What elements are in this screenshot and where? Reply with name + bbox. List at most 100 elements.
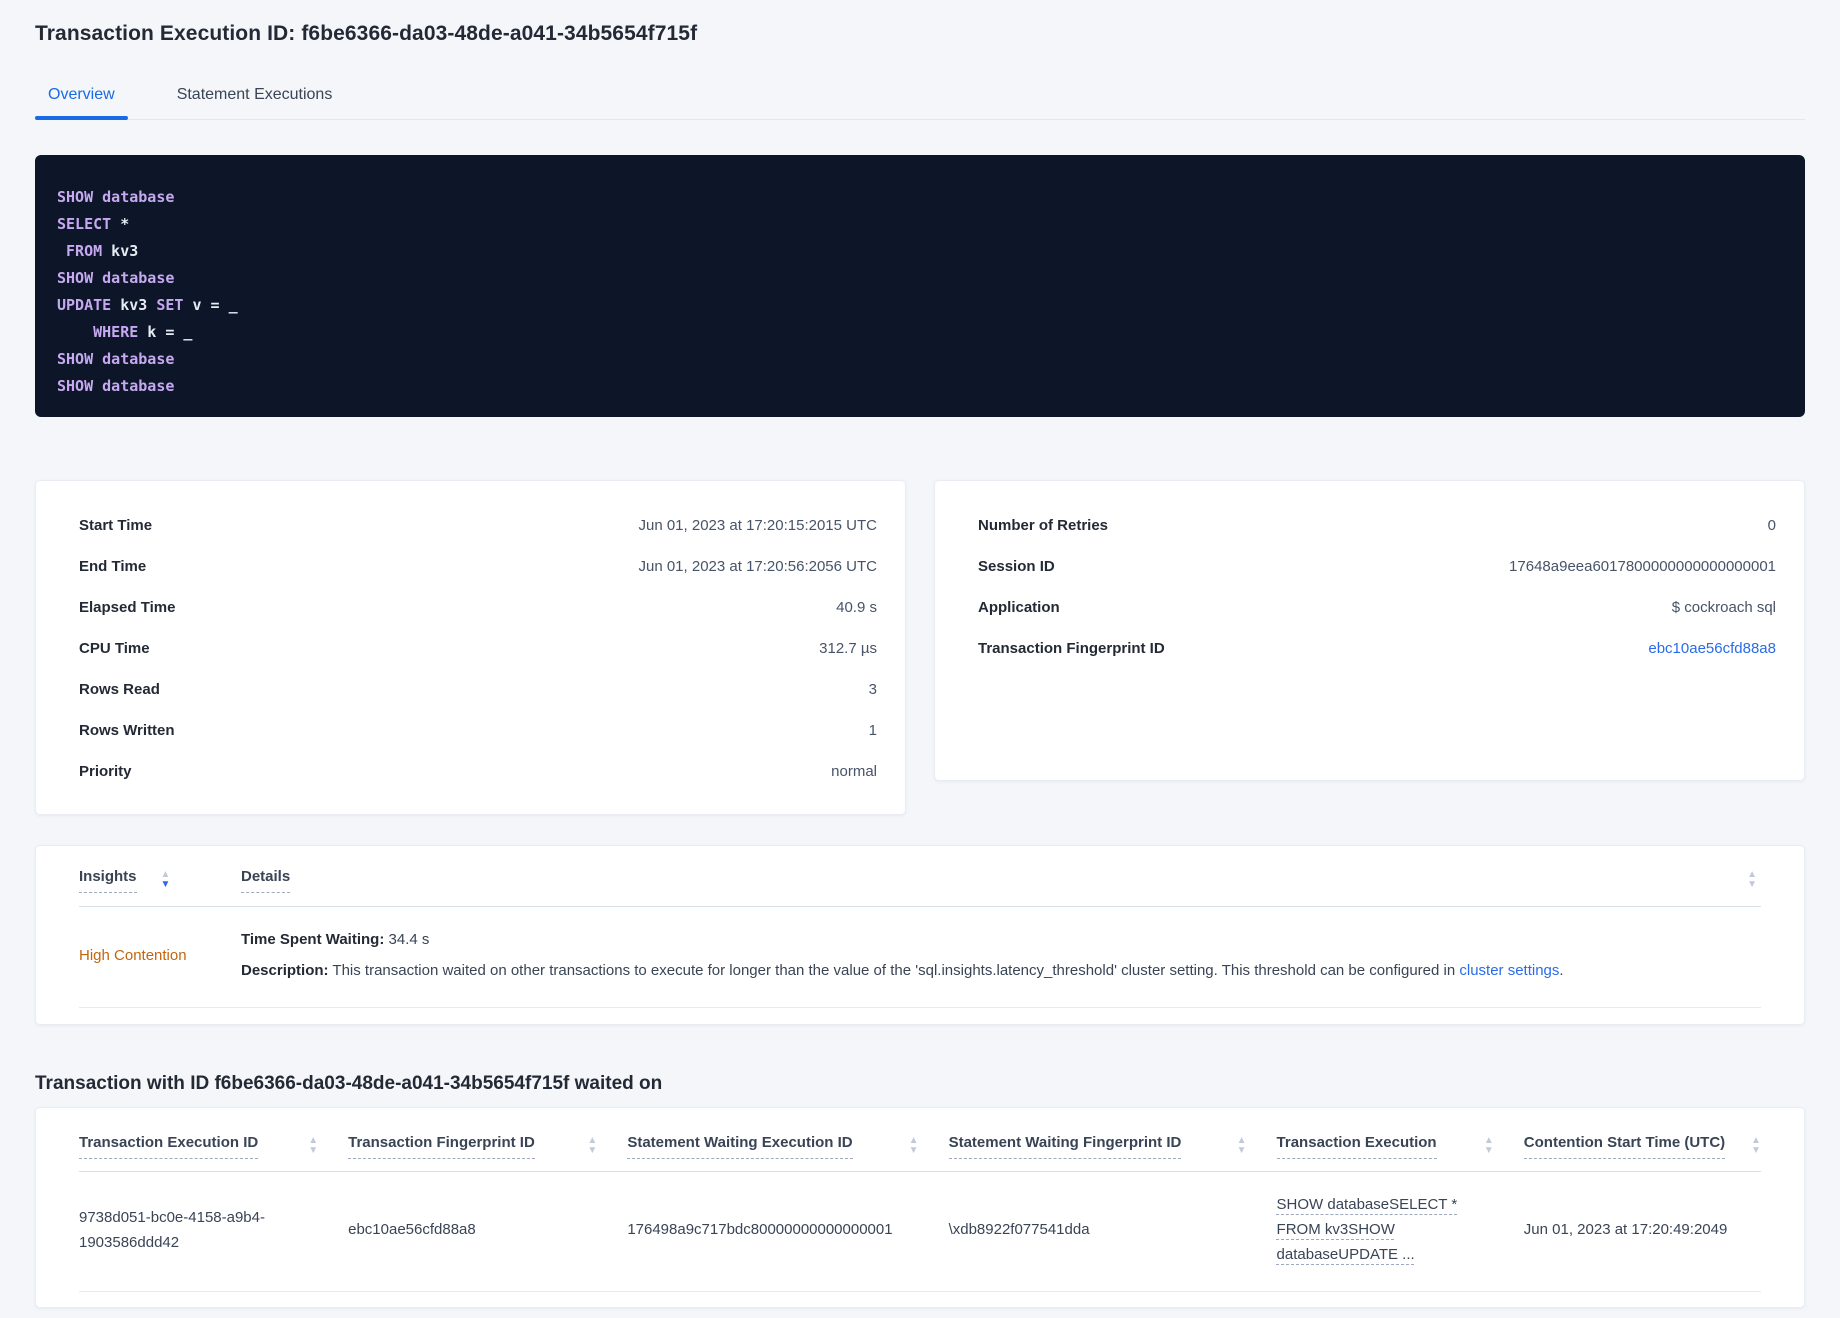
sql-keyword: SHOW (57, 269, 94, 287)
stat-row: Application $ cockroach sql (978, 587, 1776, 628)
sql-keyword: SELECT (57, 215, 112, 233)
sql-text: kv3 (111, 296, 157, 314)
tab-overview[interactable]: Overview (35, 76, 128, 120)
cell-contention-start-time: Jun 01, 2023 at 17:20:49:2049 (1523, 1221, 1728, 1238)
col-contention-start-time[interactable]: Contention Start Time (UTC) (1523, 1134, 1726, 1159)
sort-icon: ▲ ▼ (587, 1135, 598, 1156)
cpu-time-value: 312.7 µs (819, 640, 877, 657)
sql-line: SHOW database (57, 346, 1777, 373)
sort-icon: ▲ ▼ (1747, 869, 1757, 890)
cell-transaction-fingerprint-id: ebc10ae56cfd88a8 (348, 1221, 476, 1238)
page-title: Transaction Execution ID: f6be6366-da03-… (35, 22, 698, 45)
sql-keyword: database (93, 269, 175, 287)
stat-row: Number of Retries 0 (978, 505, 1776, 546)
cell-transaction-execution-id: 9738d051-bc0e-4158-a9b4-1903586ddd42 (79, 1208, 265, 1251)
cell-statement-waiting-execution-id: 176498a9c717bdc80000000000000001 (627, 1221, 893, 1238)
waited-on-table-header: Transaction Execution ID ▲ ▼ Transaction … (79, 1134, 1761, 1172)
sql-keyword: FROM (57, 242, 103, 260)
waited-on-heading: Transaction with ID f6be6366-da03-48de-a… (35, 1073, 663, 1094)
transaction-details-page: Transaction Execution ID: f6be6366-da03-… (0, 0, 1840, 1308)
stat-row: CPU Time 312.7 µs (79, 628, 877, 669)
sql-keyword: SHOW (57, 188, 94, 206)
session-stats-card: Number of Retries 0 Session ID 17648a9ee… (934, 480, 1805, 781)
sql-keyword: SHOW (57, 350, 94, 368)
start-time-label: Start Time (79, 517, 153, 534)
elapsed-time-value: 40.9 s (836, 599, 877, 616)
stat-row: Session ID 17648a9eea6017800000000000000… (978, 546, 1776, 587)
stat-cards: Start Time Jun 01, 2023 at 17:20:15:2015… (35, 480, 1805, 815)
sql-text: v = _ (183, 296, 238, 314)
sql-line: UPDATE kv3 SET v = _ (57, 292, 1777, 319)
insights-table-header: Insights ▲ ▼ Details ▲ ▼ (79, 868, 1761, 907)
sql-keyword: database (93, 188, 175, 206)
details-column-header[interactable]: Details (241, 868, 291, 893)
priority-value: normal (831, 763, 877, 780)
cluster-settings-link[interactable]: cluster settings (1459, 962, 1559, 979)
description-text: This transaction waited on other transac… (328, 962, 1460, 979)
rows-read-label: Rows Read (79, 681, 160, 698)
insight-row: High Contention Time Spent Waiting: 34.4… (79, 907, 1761, 1008)
col-transaction-execution-id[interactable]: Transaction Execution ID (79, 1134, 259, 1159)
sql-line: WHERE k = _ (57, 319, 1777, 346)
sql-text: * (111, 215, 130, 233)
sql-text: kv3 (102, 242, 139, 260)
insight-type-badge: High Contention (79, 946, 187, 964)
elapsed-time-label: Elapsed Time (79, 599, 176, 616)
session-id-label: Session ID (978, 558, 1055, 575)
sql-keyword: database (93, 377, 175, 395)
insights-table-card: Insights ▲ ▼ Details ▲ ▼ High Contention… (35, 845, 1805, 1025)
sort-icon: ▲ ▼ (1751, 1135, 1761, 1156)
application-label: Application (978, 599, 1060, 616)
insight-details: Time Spent Waiting: 34.4 s Description: … (241, 929, 1761, 981)
sql-keyword: UPDATE (57, 296, 112, 314)
col-statement-waiting-fingerprint-id[interactable]: Statement Waiting Fingerprint ID (948, 1134, 1182, 1159)
time-spent-waiting-label: Time Spent Waiting: (241, 931, 385, 948)
transaction-fingerprint-label: Transaction Fingerprint ID (978, 640, 1165, 657)
retries-value: 0 (1767, 517, 1776, 534)
sql-keyword: database (93, 350, 175, 368)
retries-label: Number of Retries (978, 517, 1109, 534)
sort-icon: ▲ ▼ (160, 869, 171, 890)
insights-column-header[interactable]: Insights (79, 868, 137, 893)
tab-statement-executions[interactable]: Statement Executions (164, 76, 346, 119)
sql-line: SELECT * (57, 211, 1777, 238)
waited-on-table-card: Transaction Execution ID ▲ ▼ Transaction … (35, 1107, 1805, 1308)
stat-row: Transaction Fingerprint ID ebc10ae56cfd8… (978, 628, 1776, 669)
time-spent-waiting-value: 34.4 s (384, 931, 430, 948)
stat-row: End Time Jun 01, 2023 at 17:20:56:2056 U… (79, 546, 877, 587)
description-suffix: . (1559, 962, 1564, 979)
session-id-value: 17648a9eea6017800000000000000001 (1509, 558, 1776, 575)
col-transaction-fingerprint-id[interactable]: Transaction Fingerprint ID (348, 1134, 535, 1159)
priority-label: Priority (79, 763, 132, 780)
sql-line: FROM kv3 (57, 238, 1777, 265)
start-time-value: Jun 01, 2023 at 17:20:15:2015 UTC (638, 517, 877, 534)
sql-line: SHOW database (57, 373, 1777, 400)
rows-read-value: 3 (868, 681, 877, 698)
transaction-fingerprint-link[interactable]: ebc10ae56cfd88a8 (1648, 640, 1776, 657)
sort-icon: ▲ ▼ (1236, 1135, 1247, 1156)
sql-statements: SHOW database SELECT * FROM kv3 SHOW datab… (35, 155, 1805, 417)
sql-keyword: SHOW (57, 377, 94, 395)
table-row: 9738d051-bc0e-4158-a9b4-1903586ddd42 ebc… (79, 1172, 1761, 1292)
stat-row: Start Time Jun 01, 2023 at 17:20:15:2015… (79, 505, 877, 546)
col-transaction-execution[interactable]: Transaction Execution (1276, 1134, 1437, 1159)
rows-written-label: Rows Written (79, 722, 175, 739)
sort-icon: ▲ ▼ (908, 1135, 919, 1156)
rows-written-value: 1 (868, 722, 877, 739)
sort-icon: ▲ ▼ (308, 1135, 319, 1156)
stat-row: Rows Written 1 (79, 710, 877, 751)
stat-row: Elapsed Time 40.9 s (79, 587, 877, 628)
cell-statement-waiting-fingerprint-id: \xdb8922f077541dda (948, 1221, 1090, 1238)
sql-keyword: SET (156, 296, 184, 314)
sql-line: SHOW database (57, 184, 1777, 211)
tab-bar: Overview Statement Executions (35, 76, 1805, 120)
description-label: Description: (241, 962, 329, 979)
transaction-execution-link[interactable]: SHOW databaseSELECT * FROM kv3SHOW datab… (1277, 1192, 1524, 1267)
col-statement-waiting-execution-id[interactable]: Statement Waiting Execution ID (627, 1134, 853, 1159)
application-value: $ cockroach sql (1671, 599, 1776, 616)
timing-stats-card: Start Time Jun 01, 2023 at 17:20:15:2015… (35, 480, 906, 815)
end-time-value: Jun 01, 2023 at 17:20:56:2056 UTC (638, 558, 877, 575)
end-time-label: End Time (79, 558, 147, 575)
cpu-time-label: CPU Time (79, 640, 150, 657)
sql-keyword: WHERE (57, 323, 139, 341)
